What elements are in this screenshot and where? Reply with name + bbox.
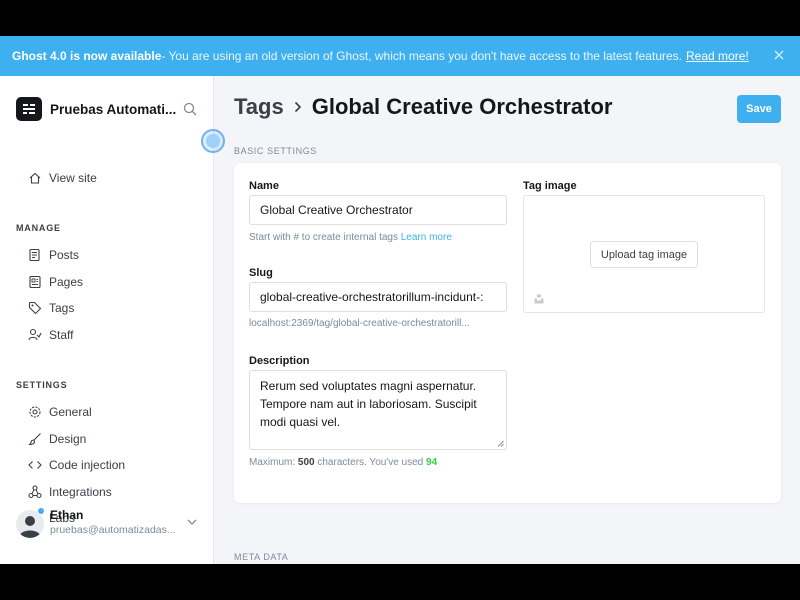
search-icon[interactable] — [183, 102, 197, 116]
user-menu[interactable]: Ethan pruebas@automatizadas... — [16, 506, 206, 546]
description-textarea[interactable]: Rerum sed voluptates magni aspernatur. T… — [249, 370, 507, 450]
learn-more-link[interactable]: Learn more — [401, 232, 452, 243]
close-icon[interactable] — [772, 48, 786, 62]
site-brand[interactable]: Pruebas Automati... — [16, 97, 176, 121]
banner-title: Ghost 4.0 is now available — [12, 49, 162, 63]
user-email: pruebas@automatizadas... — [50, 524, 176, 536]
counter-max: 500 — [297, 457, 315, 468]
sidebar-item-tags[interactable]: Tags — [28, 301, 74, 315]
description-text: Rerum sed voluptates magni aspernatur. T… — [260, 379, 477, 429]
code-icon — [28, 461, 42, 469]
name-hint-text: Start with # to create internal tags — [249, 232, 398, 243]
brush-icon — [28, 433, 41, 446]
save-button[interactable]: Save — [737, 95, 781, 123]
chevron-right-icon — [294, 101, 301, 113]
sidebar-item-label: Tags — [49, 301, 75, 315]
cursor-indicator — [201, 129, 225, 153]
unsplash-icon[interactable] — [534, 294, 544, 304]
counter-used: 94 — [426, 457, 438, 468]
sidebar-item-design[interactable]: Design — [28, 432, 86, 446]
slug-input[interactable]: global-creative-orchestratorillum-incidu… — [249, 282, 507, 312]
status-dot — [37, 507, 45, 515]
ghost-admin-screen: Ghost 4.0 is now available - You are usi… — [0, 36, 800, 564]
posts-icon — [29, 248, 40, 262]
meta-data-label: META DATA — [234, 552, 289, 562]
chevron-down-icon[interactable] — [186, 516, 198, 528]
sidebar-item-integrations[interactable]: Integrations — [28, 485, 112, 499]
sidebar-item-label: View site — [49, 171, 97, 185]
name-input[interactable]: Global Creative Orchestrator — [249, 195, 507, 225]
banner-text: - You are using an old version of Ghost,… — [161, 49, 682, 63]
sidebar-item-label: Code injection — [49, 458, 126, 472]
gear-icon — [29, 406, 41, 418]
sidebar: Pruebas Automati... View site MANAGE Pos… — [0, 76, 214, 564]
pages-icon — [29, 275, 41, 289]
site-logo-icon — [16, 97, 42, 121]
sidebar-item-posts[interactable]: Posts — [28, 248, 79, 262]
sidebar-item-view-site[interactable]: View site — [28, 171, 97, 185]
description-counter: Maximum: 500 characters. You've used 94 — [249, 457, 437, 468]
bottom-letterbox — [0, 564, 800, 600]
resize-handle-icon[interactable] — [497, 440, 504, 447]
sidebar-item-label: Design — [49, 432, 87, 446]
name-hint: Start with # to create internal tags Lea… — [249, 232, 452, 243]
staff-icon — [28, 328, 42, 341]
sidebar-item-staff[interactable]: Staff — [28, 328, 73, 342]
sidebar-item-label: Pages — [49, 275, 84, 289]
tag-title: Global Creative Orchestrator — [311, 94, 613, 119]
counter-prefix: Maximum: — [249, 457, 296, 468]
banner-read-more-link[interactable]: Read more! — [686, 49, 749, 63]
sidebar-item-code-injection[interactable]: Code injection — [28, 458, 125, 472]
update-banner: Ghost 4.0 is now available - You are usi… — [0, 36, 800, 76]
sidebar-item-label: Integrations — [49, 485, 112, 499]
counter-middle: characters. You've used — [317, 457, 424, 468]
home-icon — [29, 172, 41, 184]
tag-icon — [28, 301, 42, 315]
name-label: Name — [249, 180, 279, 192]
sidebar-item-label: Posts — [49, 248, 80, 262]
tag-image-dropzone[interactable]: Upload tag image — [523, 195, 765, 313]
sidebar-item-label: General — [49, 405, 92, 419]
breadcrumb-tags[interactable]: Tags — [234, 94, 284, 120]
sidebar-item-general[interactable]: General — [28, 405, 92, 419]
site-name: Pruebas Automati... — [50, 101, 177, 117]
description-label: Description — [249, 355, 310, 367]
basic-settings-label: BASIC SETTINGS — [234, 146, 317, 156]
integrations-icon — [28, 485, 42, 499]
upload-tag-image-button[interactable]: Upload tag image — [590, 241, 698, 268]
page-title: Tags Global Creative Orchestrator — [234, 94, 613, 120]
manage-section-label: MANAGE — [16, 223, 61, 233]
settings-section-label: SETTINGS — [16, 380, 68, 390]
basic-settings-card: Name Global Creative Orchestrator Start … — [234, 163, 781, 503]
sidebar-item-pages[interactable]: Pages — [28, 275, 83, 289]
sidebar-item-label: Staff — [49, 328, 74, 342]
tag-image-label: Tag image — [523, 180, 577, 192]
slug-label: Slug — [249, 267, 273, 279]
slug-url-hint: localhost:2369/tag/global-creative-orche… — [249, 318, 470, 329]
user-name: Ethan — [50, 508, 84, 522]
